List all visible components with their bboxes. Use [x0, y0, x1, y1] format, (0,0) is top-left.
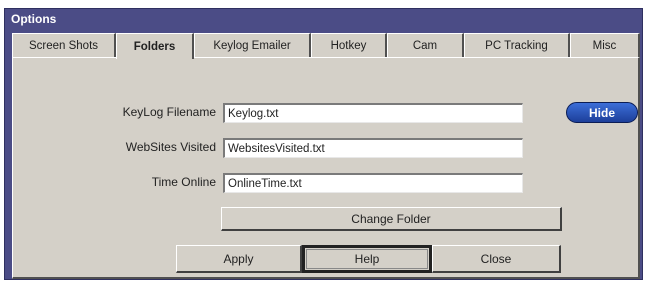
keylog-filename-label: KeyLog Filename [122, 105, 216, 119]
tab-keylog-emailer[interactable]: Keylog Emailer [194, 33, 311, 57]
close-button[interactable]: Close [432, 245, 561, 273]
folders-panel: KeyLog Filename WebSites Visited Time On… [12, 57, 640, 279]
time-online-field[interactable] [223, 173, 523, 193]
options-window: Options Screen Shots Folders Keylog Emai… [4, 8, 643, 280]
websites-visited-field[interactable] [223, 138, 523, 158]
tab-screen-shots[interactable]: Screen Shots [12, 33, 116, 57]
change-folder-button[interactable]: Change Folder [221, 207, 562, 231]
keylog-filename-field[interactable] [223, 103, 523, 123]
help-button[interactable]: Help [302, 245, 432, 273]
tab-misc[interactable]: Misc [570, 33, 640, 57]
time-online-label: Time Online [151, 175, 216, 189]
tab-folders[interactable]: Folders [116, 33, 194, 59]
tab-bar: Screen Shots Folders Keylog Emailer Hotk… [12, 33, 640, 59]
tab-pc-tracking[interactable]: PC Tracking [464, 33, 570, 57]
tab-cam[interactable]: Cam [387, 33, 464, 57]
hide-button[interactable]: Hide [566, 102, 638, 123]
apply-button[interactable]: Apply [176, 245, 302, 273]
window-title: Options [11, 12, 57, 26]
tab-hotkey[interactable]: Hotkey [311, 33, 387, 57]
websites-visited-label: WebSites Visited [125, 140, 216, 154]
